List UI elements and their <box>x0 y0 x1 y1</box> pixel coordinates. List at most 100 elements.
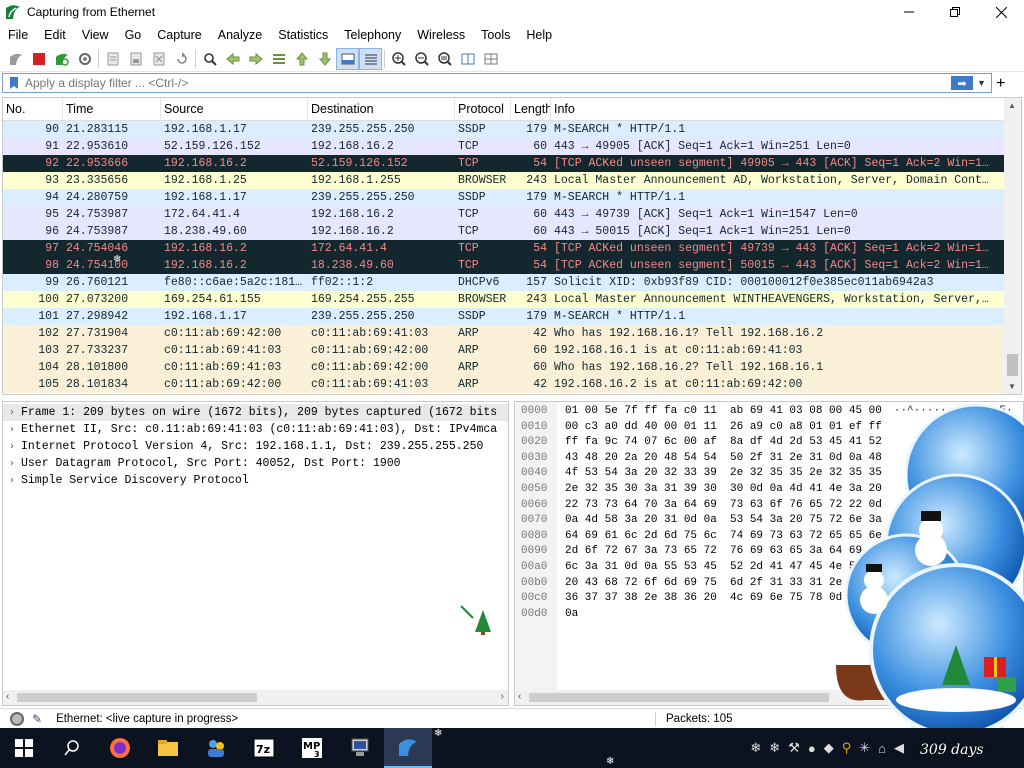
zoom-in-icon[interactable] <box>387 48 410 70</box>
col-protocol[interactable]: Protocol <box>455 98 511 120</box>
network-monitor-icon[interactable] <box>336 728 384 768</box>
byte-row[interactable]: 00b0 20 43 68 72 6f 6d 69 75 6d 2f 31 33 … <box>515 576 1023 592</box>
packet-row[interactable]: 100 27.073200 169.254.61.155 169.254.255.25… <box>3 291 1021 308</box>
chevron-right-icon[interactable]: › <box>3 424 21 435</box>
packet-list[interactable]: No. Time Source Destination Protocol Len… <box>2 97 1022 395</box>
autoscroll-icon[interactable] <box>336 47 359 70</box>
tray-tool-icon[interactable]: ⚒ <box>788 740 800 756</box>
7zip-icon[interactable]: 7z <box>240 728 288 768</box>
menu-wireless[interactable]: Wireless <box>409 28 473 42</box>
col-info[interactable]: Info <box>551 98 1007 120</box>
packet-details-pane[interactable]: › Frame 1: 209 bytes on wire (1672 bits),… <box>2 401 509 706</box>
scroll-left-icon[interactable]: ‹ <box>518 691 521 702</box>
byte-row[interactable]: 0010 00 c3 a0 dd 40 00 01 11 26 a9 c0 a8 … <box>515 420 1023 436</box>
menu-edit[interactable]: Edit <box>36 28 74 42</box>
menu-statistics[interactable]: Statistics <box>270 28 336 42</box>
packet-bytes-pane[interactable]: 0000 01 00 5e 7f ff fa c0 11 ab 69 41 03 … <box>514 401 1024 706</box>
bytes-h-scrollbar[interactable]: ‹ <box>515 690 1023 705</box>
byte-row[interactable]: 0080 64 69 61 6c 2d 6d 75 6c 74 69 73 63 … <box>515 529 1023 545</box>
search-icon[interactable] <box>48 728 96 768</box>
detail-row-frame[interactable]: › Frame 1: 209 bytes on wire (1672 bits),… <box>3 404 508 421</box>
detail-row-ssdp[interactable]: › Simple Service Discovery Protocol <box>3 472 508 489</box>
byte-row[interactable]: 0060 22 73 73 64 70 3a 64 69 73 63 6f 76 … <box>515 498 1023 514</box>
byte-row[interactable]: 0000 01 00 5e 7f ff fa c0 11 ab 69 41 03 … <box>515 404 1023 420</box>
go-to-packet-icon[interactable] <box>267 48 290 70</box>
menu-tools[interactable]: Tools <box>473 28 518 42</box>
packet-row[interactable]: 103 27.733237 c0:11:ab:69:41:03 c0:11:ab:69… <box>3 342 1021 359</box>
col-length[interactable]: Length <box>511 98 551 120</box>
menu-view[interactable]: View <box>74 28 117 42</box>
chevron-right-icon[interactable]: › <box>3 475 21 486</box>
capture-status-icon[interactable] <box>10 711 24 726</box>
menu-telephony[interactable]: Telephony <box>336 28 409 42</box>
packet-row[interactable]: 96 24.753987 18.238.49.60 192.168.16.2 TCP 60… <box>3 223 1021 240</box>
scroll-left-icon[interactable]: ‹ <box>6 691 9 702</box>
packet-row[interactable]: 92 22.953666 192.168.16.2 52.159.126.152 TCP… <box>3 155 1021 172</box>
minimize-button[interactable] <box>886 0 932 24</box>
tray-search-icon[interactable]: ⚲ <box>842 740 852 756</box>
packet-row[interactable]: 104 28.101800 c0:11:ab:69:41:03 c0:11:ab:69… <box>3 359 1021 376</box>
chevron-down-icon[interactable]: ▼ <box>977 78 991 88</box>
open-file-icon[interactable] <box>101 48 124 70</box>
byte-row[interactable]: 0030 43 48 20 2a 20 48 54 54 50 2f 31 2e … <box>515 451 1023 467</box>
display-filter-input[interactable] <box>21 76 951 90</box>
packet-row[interactable]: 93 23.335656 192.168.1.25 192.168.1.255 BROW… <box>3 172 1021 189</box>
detail-row-ethernet[interactable]: › Ethernet II, Src: c0.11:ab:69:41:03 (c0… <box>3 421 508 438</box>
people-app-icon[interactable] <box>192 728 240 768</box>
packet-list-scrollbar[interactable]: ▲ ▼ <box>1004 98 1021 394</box>
network-icon[interactable]: ⌂ <box>878 741 886 756</box>
scroll-up-icon[interactable]: ▲ <box>1008 101 1016 110</box>
last-packet-icon[interactable] <box>313 48 336 70</box>
scrollbar-thumb[interactable] <box>1007 354 1018 376</box>
edit-comment-icon[interactable]: ✎ <box>32 712 42 726</box>
scrollbar-thumb[interactable] <box>17 693 257 702</box>
resize-columns-icon[interactable] <box>456 48 479 70</box>
apply-filter-arrow-icon[interactable]: ➡ <box>951 76 973 90</box>
options-gear-icon[interactable] <box>73 48 96 70</box>
byte-row[interactable]: 0070 0a 4d 58 3a 20 31 0d 0a 53 54 3a 20 … <box>515 513 1023 529</box>
chevron-right-icon[interactable]: › <box>3 407 21 418</box>
packet-row[interactable]: 94 24.280759 192.168.1.17 239.255.255.250 SS… <box>3 189 1021 206</box>
search-icon[interactable] <box>198 48 221 70</box>
windows-start-icon[interactable] <box>0 728 48 768</box>
col-no[interactable]: No. <box>3 98 63 120</box>
tray-drop-icon[interactable]: ● <box>808 741 816 756</box>
first-packet-icon[interactable] <box>290 48 313 70</box>
stop-icon[interactable] <box>27 48 50 70</box>
shark-fin-start-icon[interactable] <box>4 48 27 70</box>
packet-row[interactable]: 99 26.760121 fe80::c6ae:5a2c:181… ff02::1:2… <box>3 274 1021 291</box>
wireshark-icon[interactable] <box>384 728 432 768</box>
byte-row[interactable]: 00a0 6c 3a 31 0d 0a 55 53 45 52 2d 41 47 … <box>515 560 1023 576</box>
packet-row[interactable]: 95 24.753987 172.64.41.4 192.168.16.2 TCP 60 4… <box>3 206 1021 223</box>
byte-row[interactable]: 0040 4f 53 54 3a 20 32 33 39 2e 32 35 35 … <box>515 466 1023 482</box>
byte-row[interactable]: 0020 ff fa 9c 74 07 6c 00 af 8a df 4d 2d … <box>515 435 1023 451</box>
menu-file[interactable]: File <box>0 28 36 42</box>
details-h-scrollbar[interactable]: ‹ › <box>3 690 508 705</box>
detail-row-ipv4[interactable]: › Internet Protocol Version 4, Src: 192.1… <box>3 438 508 455</box>
go-back-icon[interactable] <box>221 48 244 70</box>
col-destination[interactable]: Destination <box>308 98 455 120</box>
menu-help[interactable]: Help <box>518 28 560 42</box>
packet-row[interactable]: 91 22.953610 52.159.126.152 192.168.16.2 TCP… <box>3 138 1021 155</box>
close-button[interactable] <box>978 0 1024 24</box>
detail-row-udp[interactable]: › User Datagram Protocol, Src Port: 40052… <box>3 455 508 472</box>
packet-row[interactable]: 98 24.754100 192.168.16.2 18.238.49.60 TCP 54… <box>3 257 1021 274</box>
byte-row[interactable]: 00c0 36 37 37 38 2e 38 36 20 4c 69 6e 75 … <box>515 591 1023 607</box>
menu-analyze[interactable]: Analyze <box>210 28 270 42</box>
packet-row[interactable]: 97 24.754046 192.168.16.2 172.64.41.4 TCP 54 [… <box>3 240 1021 257</box>
go-forward-icon[interactable] <box>244 48 267 70</box>
mp3-app-icon[interactable]: MP 3 <box>288 728 336 768</box>
byte-row[interactable]: 0090 2d 6f 72 67 3a 73 65 72 76 69 63 65 … <box>515 544 1023 560</box>
colorize-icon[interactable] <box>359 47 382 70</box>
packet-row[interactable]: 105 28.101834 c0:11:ab:69:42:00 c0:11:ab:69… <box>3 376 1021 393</box>
close-file-icon[interactable] <box>147 48 170 70</box>
byte-row[interactable]: 00d0 0a <box>515 607 1023 623</box>
chevron-right-icon[interactable]: › <box>3 441 21 452</box>
byte-row[interactable]: 0050 2e 32 35 30 3a 31 39 30 30 0d 0a 4d … <box>515 482 1023 498</box>
scrollbar-thumb[interactable] <box>529 693 829 702</box>
col-source[interactable]: Source <box>161 98 308 120</box>
zoom-reset-icon[interactable] <box>433 48 456 70</box>
firefox-icon[interactable] <box>96 728 144 768</box>
menu-go[interactable]: Go <box>117 28 150 42</box>
col-time[interactable]: Time <box>63 98 161 120</box>
